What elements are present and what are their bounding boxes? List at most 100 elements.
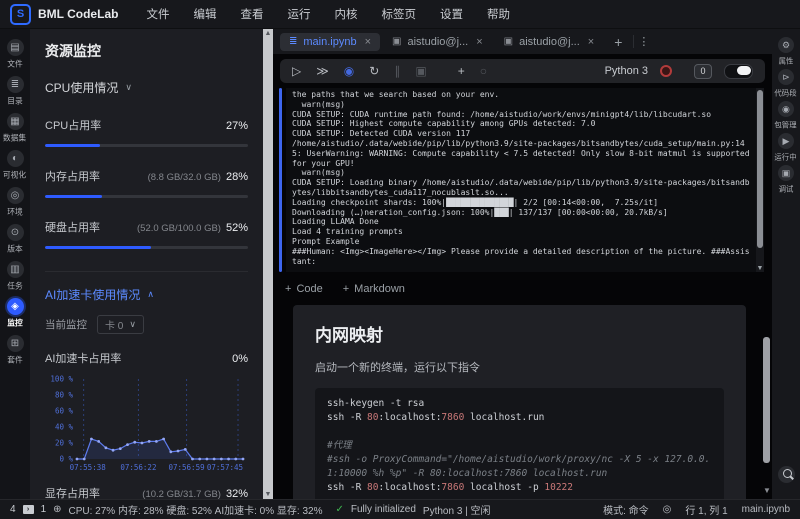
run-button[interactable]: ▷ bbox=[292, 59, 301, 83]
plus-icon: + bbox=[342, 283, 350, 295]
add-cell-row: + Code + Markdown bbox=[273, 272, 772, 304]
scroll-down-arrow-icon[interactable]: ▼ bbox=[763, 486, 771, 495]
pause-button: ∥ bbox=[394, 64, 401, 78]
tab-terminal-2[interactable]: ▣ aistudio@j... × bbox=[495, 33, 604, 51]
add-code-label: Code bbox=[296, 283, 323, 295]
menu-settings[interactable]: 设置 bbox=[440, 6, 463, 22]
cpu-section-header[interactable]: CPU使用情况 ∨ bbox=[45, 79, 248, 96]
memory-usage-detail: (8.8 GB/32.0 GB) bbox=[147, 172, 221, 183]
cpu-usage-value: 27% bbox=[225, 120, 248, 132]
resource-monitor-panel: 资源监控 CPU使用情况 ∨ CPU占用率 27% 内存占用率 (8.8 GB/… bbox=[30, 29, 263, 499]
cpu-usage-metric: CPU占用率 27% bbox=[45, 117, 248, 147]
disk-usage-value: 52% bbox=[225, 222, 248, 234]
gpu-card-value: 卡 0 bbox=[105, 321, 124, 332]
menu-edit[interactable]: 编辑 bbox=[193, 6, 216, 22]
sidebar-item-versions[interactable]: ⊙ 版本 bbox=[0, 224, 30, 255]
svg-text:07:55:38: 07:55:38 bbox=[70, 463, 107, 472]
output-cell[interactable]: the paths that we search based on your e… bbox=[279, 88, 764, 272]
search-icon bbox=[782, 469, 792, 478]
sidebar-item-tasks[interactable]: ▥ 任务 bbox=[0, 261, 30, 292]
sidebar-item-label: 代码段 bbox=[774, 88, 798, 98]
code-line: #代理 bbox=[327, 440, 352, 451]
sidebar-item-files[interactable]: ▤ 文件 bbox=[0, 39, 30, 70]
kernel-status[interactable]: Python 3 | 空闲 bbox=[423, 502, 491, 517]
menu-run[interactable]: 运行 bbox=[287, 6, 310, 22]
sidebar-item-environment[interactable]: ◎ 环境 bbox=[0, 187, 30, 218]
cell-output-terminal: the paths that we search based on your e… bbox=[286, 88, 756, 272]
disk-usage-metric: 硬盘占用率 (52.0 GB/100.0 GB) 52% bbox=[45, 219, 248, 249]
menu-view[interactable]: 查看 bbox=[240, 6, 263, 22]
kernel-icon[interactable]: ⊕ bbox=[53, 504, 61, 515]
cursor-position[interactable]: 行 1, 列 1 bbox=[685, 502, 727, 517]
scroll-up-arrow-icon[interactable]: ▲ bbox=[263, 30, 273, 37]
terminal-icon[interactable]: › bbox=[22, 505, 34, 514]
sidebar-item-label: 任务 bbox=[7, 281, 23, 291]
monitor-icon: ◈ bbox=[6, 298, 24, 315]
sidebar-item-datasets[interactable]: ▦ 数据集 bbox=[0, 113, 30, 144]
sidebar-item-label: 运行中 bbox=[774, 152, 798, 162]
sidebar-item-label: 文件 bbox=[7, 59, 23, 69]
scroll-down-arrow-icon[interactable]: ▼ bbox=[263, 491, 273, 498]
tab-menu-kebab-icon[interactable]: ⋮ bbox=[633, 35, 653, 48]
markdown-cell[interactable]: 内网映射 启动一个新的终端，运行以下指令 ssh-keygen -t rsa ss… bbox=[293, 305, 746, 499]
sidebar-item-label: 调试 bbox=[778, 184, 794, 194]
tab-label: aistudio@j... bbox=[519, 35, 580, 48]
dataset-icon: ▦ bbox=[6, 113, 24, 130]
interrupt-kernel-button[interactable]: ◉ bbox=[344, 59, 354, 83]
kernels-count[interactable]: 1 bbox=[41, 504, 47, 515]
search-button[interactable] bbox=[777, 466, 795, 483]
terminal-icon: ▣ bbox=[392, 36, 402, 47]
sidepanel-scrollbar[interactable]: ▲ ▼ bbox=[263, 29, 273, 499]
sidebar-item-monitor[interactable]: ◈ 监控 bbox=[0, 298, 30, 329]
mode-indicator[interactable]: 模式: 命令 bbox=[603, 502, 649, 517]
menu-file[interactable]: 文件 bbox=[146, 6, 169, 22]
toolbar-toggle-switch[interactable] bbox=[724, 63, 753, 79]
kernel-name[interactable]: Python 3 bbox=[605, 65, 648, 77]
menu-tabs[interactable]: 标签页 bbox=[381, 6, 416, 22]
notebook-canvas: the paths that we search based on your e… bbox=[273, 85, 772, 499]
sidebar-item-debug[interactable]: ▣ 调试 bbox=[777, 165, 795, 195]
resource-usage-status: CPU: 27% 内存: 28% 硬盘: 52% AI加速卡: 0% 显存: 3… bbox=[68, 506, 323, 517]
terminals-count[interactable]: 4 bbox=[10, 504, 16, 515]
gpu-section-header[interactable]: AI加速卡使用情况 ∧ bbox=[45, 271, 248, 303]
output-scrollbar[interactable]: ▼ bbox=[756, 88, 764, 272]
sidebar-item-visualization[interactable]: ◐ 可视化 bbox=[0, 150, 30, 181]
memory-usage-label: 内存占用率 bbox=[45, 171, 100, 183]
vram-usage-value: 32% bbox=[225, 488, 248, 499]
vram-usage-metric: 显存占用率 (10.2 GB/31.7 GB) 32% bbox=[45, 485, 248, 499]
close-icon[interactable]: × bbox=[476, 36, 482, 48]
output-scroll-thumb[interactable] bbox=[757, 90, 763, 248]
memory-usage-metric: 内存占用率 (8.8 GB/32.0 GB) 28% bbox=[45, 168, 248, 198]
sidebar-item-suite[interactable]: ⊞ 套件 bbox=[0, 335, 30, 366]
restart-kernel-button[interactable]: ↻ bbox=[369, 59, 379, 83]
scroll-down-arrow-icon[interactable]: ▼ bbox=[756, 265, 764, 272]
tab-terminal-1[interactable]: ▣ aistudio@j... × bbox=[383, 33, 492, 51]
add-code-button[interactable]: + Code bbox=[285, 283, 323, 295]
run-all-button[interactable]: ≫ bbox=[316, 59, 329, 83]
close-icon[interactable]: × bbox=[365, 36, 371, 48]
close-icon[interactable]: × bbox=[588, 36, 594, 48]
init-status[interactable]: Fully initialized bbox=[351, 504, 416, 515]
gpu-util-metric: AI加速卡占用率 0% bbox=[45, 350, 248, 366]
sidebar-item-properties[interactable]: ⚙ 属性 bbox=[777, 37, 795, 67]
menu-help[interactable]: 帮助 bbox=[487, 6, 510, 22]
cpu-progress-track bbox=[45, 144, 248, 147]
sidebar-item-code-snippets[interactable]: ⊳ 代码段 bbox=[772, 69, 799, 99]
add-markdown-button[interactable]: + Markdown bbox=[343, 283, 405, 295]
sidebar-item-running[interactable]: ▶ 运行中 bbox=[772, 133, 799, 163]
new-tab-button[interactable]: + bbox=[606, 34, 630, 50]
sidebar-item-contents[interactable]: ≣ 目录 bbox=[0, 76, 30, 107]
tab-main-ipynb[interactable]: ≣ main.ipynb × bbox=[280, 32, 381, 51]
menu-kernel[interactable]: 内核 bbox=[334, 6, 357, 22]
svg-text:40 %: 40 % bbox=[55, 423, 74, 432]
chevron-up-icon: ∧ bbox=[147, 289, 154, 299]
disk-progress-track bbox=[45, 246, 248, 249]
gpu-util-chart: 100 % 80 % 60 % 40 % 20 % 0 % 07:55:38 07:56:22… bbox=[45, 374, 248, 475]
add-cell-button[interactable]: + bbox=[458, 59, 465, 83]
notebook-scroll-thumb[interactable] bbox=[763, 337, 770, 463]
notifications-bell-icon[interactable]: ◎ bbox=[663, 504, 672, 515]
sidebar-item-package-manager[interactable]: ◉ 包管理 bbox=[772, 101, 799, 131]
current-monitor-row: 当前监控 卡 0 ∨ bbox=[45, 315, 248, 334]
gpu-card-select[interactable]: 卡 0 ∨ bbox=[97, 315, 144, 334]
